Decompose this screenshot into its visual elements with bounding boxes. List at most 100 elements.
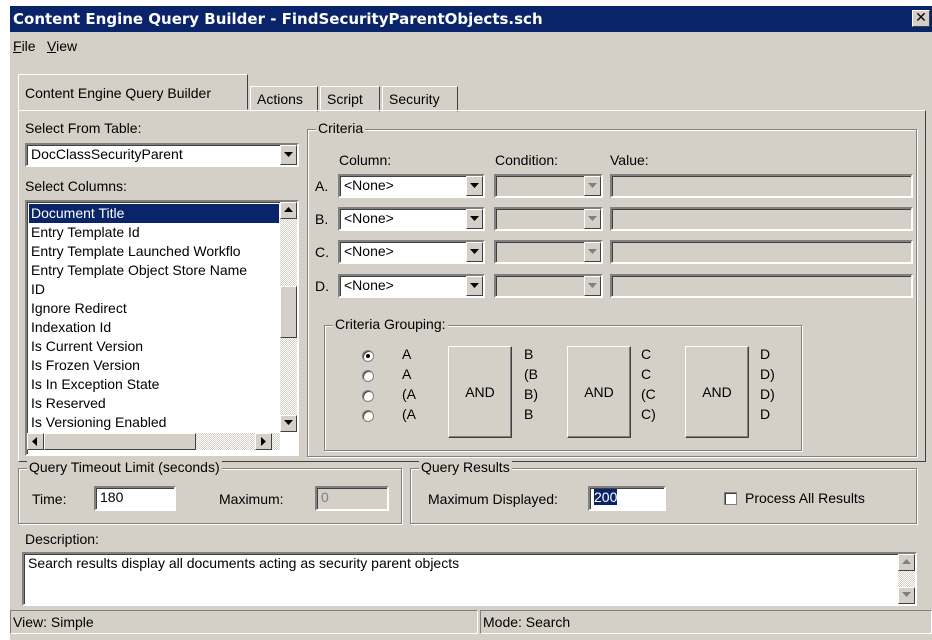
timeout-title: Query Timeout Limit (seconds): [27, 459, 222, 475]
description-text: Search results display all documents act…: [28, 555, 460, 571]
columns-hscroll-thumb[interactable]: [44, 433, 196, 450]
criteria-condition-combo: [494, 240, 603, 264]
grouping-radio-1[interactable]: [362, 350, 374, 362]
criteria-column-combo[interactable]: <None>: [338, 174, 485, 198]
and-button-1[interactable]: AND: [448, 346, 512, 438]
dropdown-arrow-icon[interactable]: [280, 145, 297, 165]
list-item[interactable]: Indexation Id: [29, 318, 279, 337]
criteria-value-input: [610, 240, 913, 264]
time-input-value: 180: [100, 489, 124, 505]
criteria-column-combo[interactable]: <None>: [338, 274, 485, 298]
scroll-left-icon[interactable]: [27, 433, 44, 450]
description-textarea[interactable]: Search results display all documents act…: [22, 552, 917, 606]
time-label: Time:: [32, 491, 67, 507]
and-button-3[interactable]: AND: [685, 346, 749, 438]
process-all-checkbox[interactable]: [724, 492, 737, 505]
scroll-up-icon[interactable]: [898, 554, 915, 571]
criteria-row-letter: D.: [315, 278, 329, 294]
time-input[interactable]: 180: [94, 486, 176, 511]
grouping-token: C: [641, 346, 652, 362]
criteria-column-value: <None>: [344, 243, 394, 259]
list-item[interactable]: Is Reserved: [29, 394, 279, 413]
dropdown-arrow-icon: [584, 242, 601, 262]
criteria-condition-combo: [494, 274, 603, 298]
criteria-condition-combo: [494, 174, 603, 198]
grouping-token: D): [760, 366, 775, 382]
grouping-token: A: [402, 346, 412, 362]
menu-view[interactable]: View: [47, 38, 77, 54]
dropdown-arrow-icon[interactable]: [466, 242, 483, 262]
maximum-input: 0: [315, 486, 389, 511]
window-title: Content Engine Query Builder - FindSecur…: [13, 10, 543, 28]
select-columns-label: Select Columns:: [25, 178, 127, 194]
process-all-label: Process All Results: [745, 490, 865, 506]
columns-scroll-thumb[interactable]: [280, 286, 297, 338]
grouping-token: B: [524, 406, 534, 422]
grouping-token: (C: [641, 386, 656, 402]
description-label: Description:: [25, 531, 99, 547]
list-item[interactable]: Is Versioning Enabled: [29, 413, 279, 432]
columns-horizontal-scrollbar[interactable]: [27, 433, 280, 450]
condition-header: Condition:: [495, 152, 559, 168]
criteria-value-input: [610, 274, 913, 298]
grouping-token: A: [402, 366, 412, 382]
menu-file[interactable]: File: [13, 38, 36, 54]
dropdown-arrow-icon: [584, 209, 601, 229]
columns-vertical-scrollbar[interactable]: [280, 202, 297, 432]
columns-listbox[interactable]: Document Title Entry Template Id Entry Tem…: [25, 200, 299, 456]
max-displayed-input[interactable]: 200: [588, 486, 666, 511]
tab-actions[interactable]: Actions: [250, 86, 318, 112]
dropdown-arrow-icon[interactable]: [466, 209, 483, 229]
grouping-radio-3[interactable]: [362, 390, 374, 402]
tab-security[interactable]: Security: [382, 86, 458, 112]
list-item[interactable]: Entry Template Id: [29, 223, 279, 242]
select-from-combo[interactable]: DocClassSecurityParent: [25, 143, 299, 167]
grouping-token: C): [641, 406, 656, 422]
grouping-radio-4[interactable]: [362, 410, 374, 422]
criteria-column-value: <None>: [344, 177, 394, 193]
tab-script[interactable]: Script: [320, 86, 380, 112]
criteria-value-input: [610, 174, 913, 198]
description-scrollbar[interactable]: [898, 554, 915, 604]
close-button[interactable]: ✕: [912, 10, 930, 27]
grouping-radio-2[interactable]: [362, 370, 374, 382]
grouping-token: D: [760, 346, 771, 362]
grouping-token: (A: [402, 406, 416, 422]
grouping-token: (B: [524, 366, 538, 382]
list-item[interactable]: Is Current Version: [29, 337, 279, 356]
criteria-column-combo[interactable]: <None>: [338, 240, 485, 264]
grouping-token: (A: [402, 386, 416, 402]
tab-query-builder[interactable]: Content Engine Query Builder: [18, 74, 248, 110]
dropdown-arrow-icon[interactable]: [466, 176, 483, 196]
scroll-right-icon[interactable]: [255, 433, 272, 450]
and-button-2[interactable]: AND: [567, 346, 631, 438]
select-from-label: Select From Table:: [25, 120, 142, 136]
criteria-column-value: <None>: [344, 210, 394, 226]
status-view: View: Simple: [10, 610, 478, 634]
list-item[interactable]: Ignore Redirect: [29, 299, 279, 318]
list-item[interactable]: Is Frozen Version: [29, 356, 279, 375]
list-item[interactable]: Document Title: [29, 204, 279, 223]
grouping-token: B: [524, 346, 534, 362]
list-item[interactable]: Entry Template Object Store Name: [29, 261, 279, 280]
list-item[interactable]: Is In Exception State: [29, 375, 279, 394]
grouping-token: D: [760, 406, 771, 422]
scroll-down-icon[interactable]: [280, 415, 297, 432]
results-title: Query Results: [419, 459, 512, 475]
scroll-down-icon[interactable]: [898, 587, 915, 604]
column-header: Column:: [339, 152, 392, 168]
criteria-condition-combo: [494, 207, 603, 231]
criteria-row-letter: B.: [315, 211, 329, 227]
criteria-title: Criteria: [316, 120, 366, 136]
max-displayed-label: Maximum Displayed:: [428, 491, 558, 507]
dropdown-arrow-icon: [584, 176, 601, 196]
criteria-row-letter: A.: [315, 178, 329, 194]
dropdown-arrow-icon[interactable]: [466, 276, 483, 296]
list-item[interactable]: Entry Template Launched Workflo: [29, 242, 279, 261]
status-mode: Mode: Search: [480, 610, 932, 634]
scroll-up-icon[interactable]: [280, 202, 297, 219]
criteria-column-combo[interactable]: <None>: [338, 207, 485, 231]
list-item[interactable]: ID: [29, 280, 279, 299]
criteria-value-input: [610, 207, 913, 231]
title-bar: Content Engine Query Builder - FindSecur…: [10, 6, 932, 32]
